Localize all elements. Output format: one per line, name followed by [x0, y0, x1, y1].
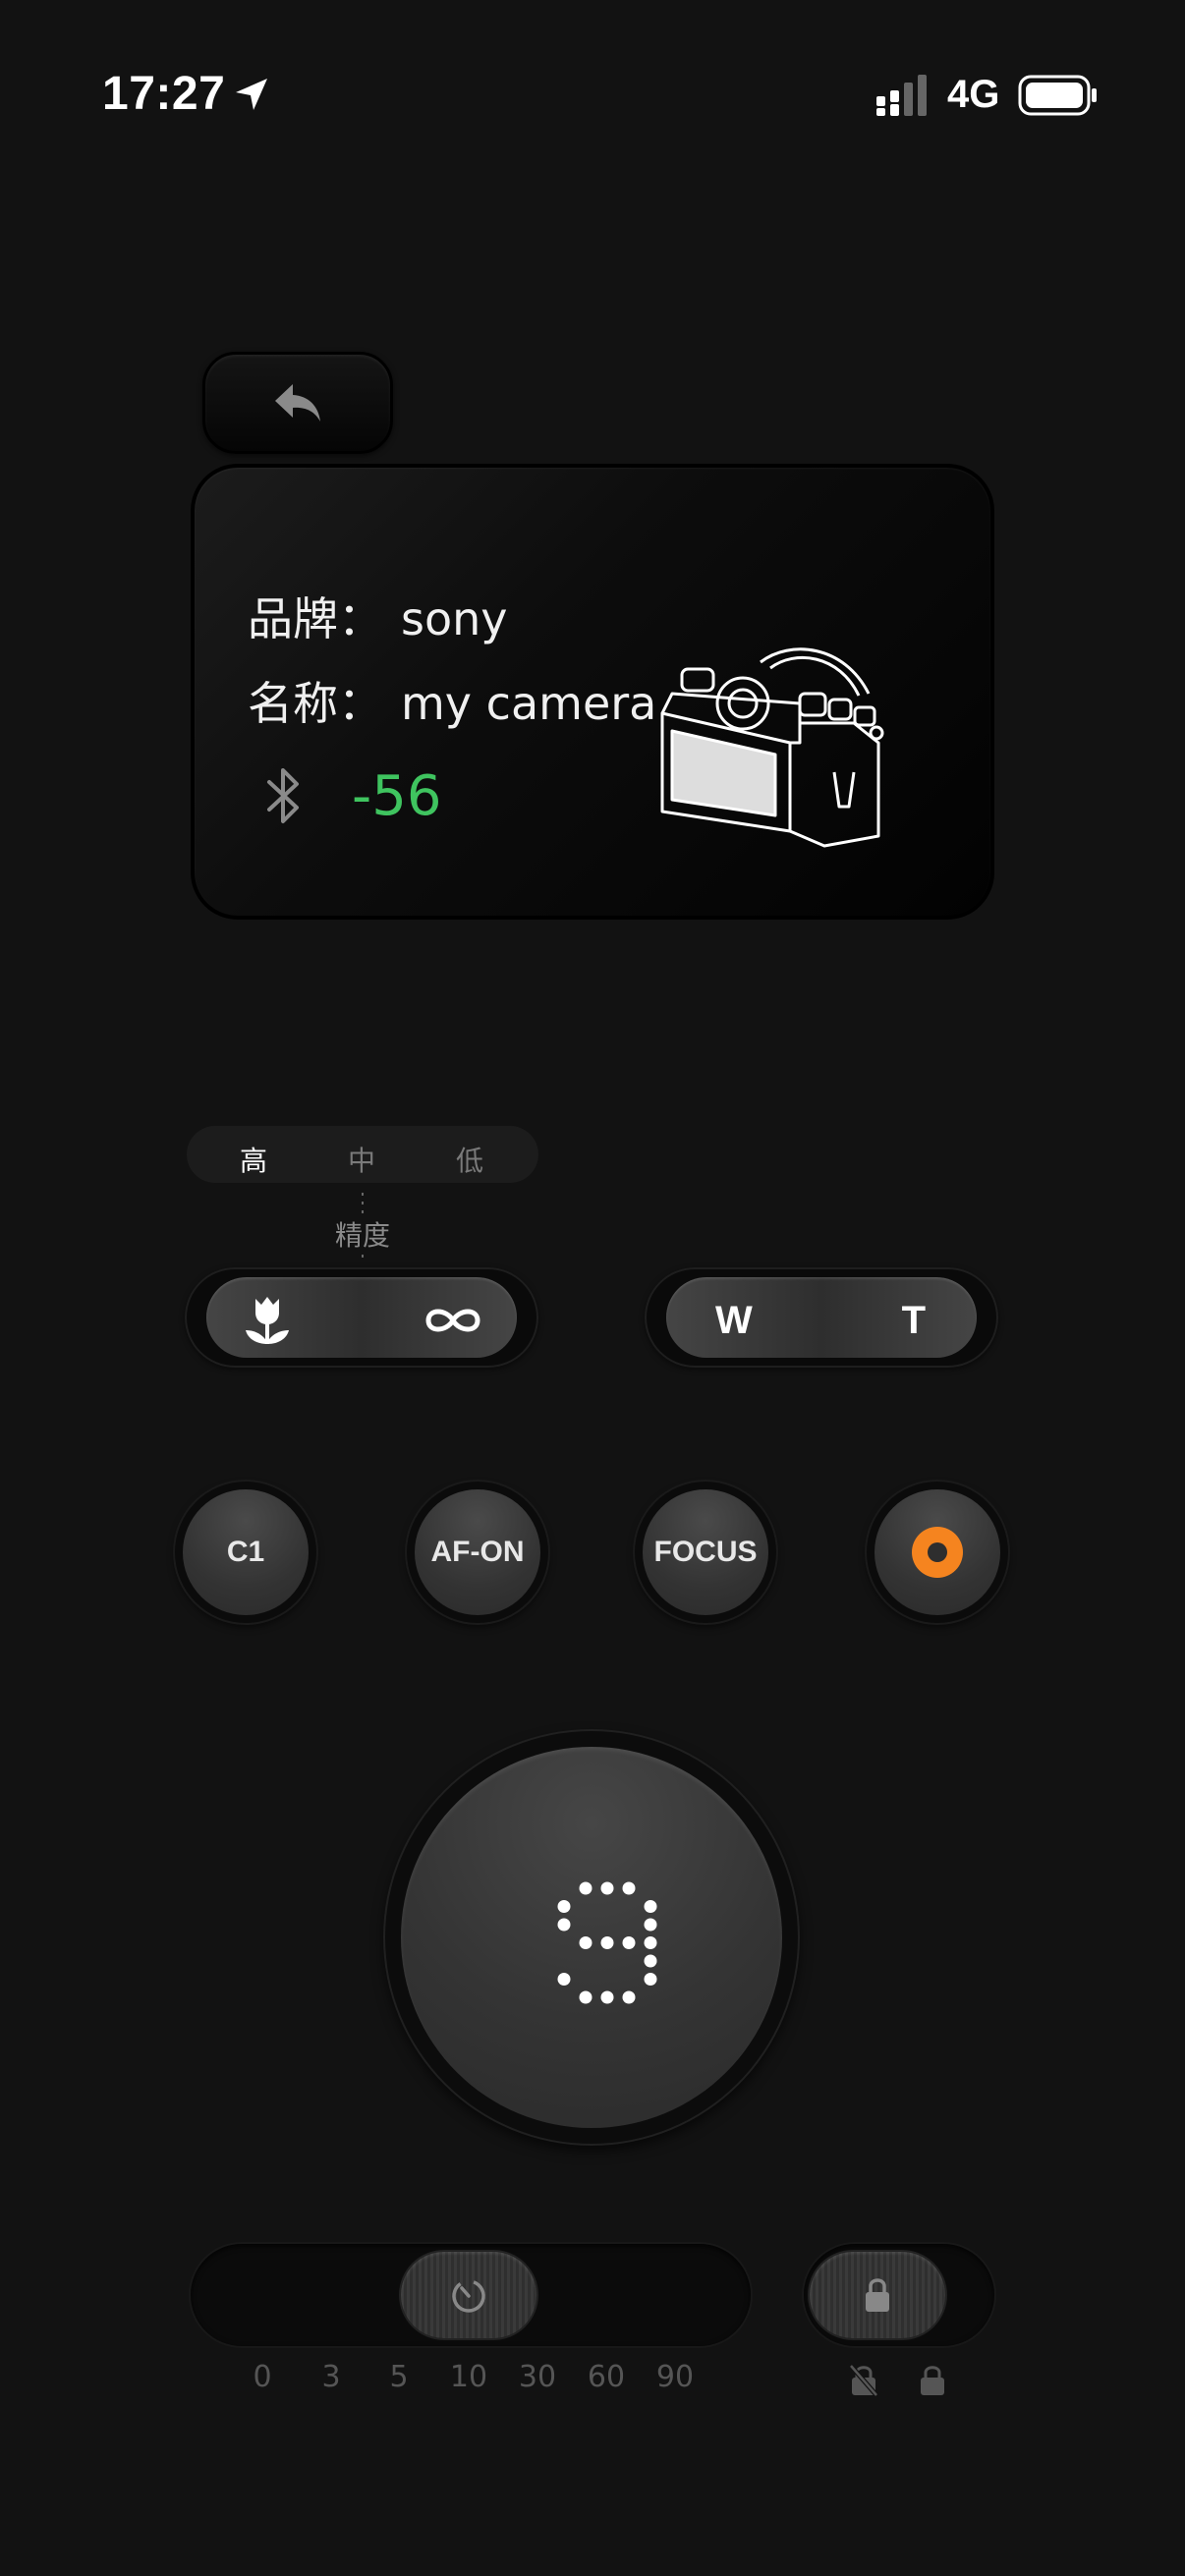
c1-button[interactable]: C1 [175, 1482, 316, 1623]
digit-dot [579, 1881, 592, 1895]
digit-dot [622, 1990, 636, 2004]
record-button[interactable] [867, 1482, 1008, 1623]
digit-dot [644, 1954, 657, 1968]
unlock-icon[interactable] [849, 2364, 878, 2397]
shutter-count-display [557, 1881, 657, 2004]
bluetooth-icon [267, 768, 299, 823]
name-value: my camera [401, 677, 657, 730]
digit-dot [557, 1973, 571, 1986]
precision-option-medium[interactable]: 中 [332, 1140, 391, 1179]
shutter-button[interactable]: 9 [385, 1731, 798, 2144]
network-type: 4G [947, 73, 1000, 116]
focus-slider[interactable] [185, 1267, 538, 1368]
zoom-slider-track[interactable]: W T [666, 1277, 977, 1358]
timer-slider-knob[interactable] [401, 2252, 536, 2338]
focus-button[interactable]: FOCUS [635, 1482, 776, 1623]
digit-dot [622, 1881, 636, 1895]
digit-dot [644, 1918, 657, 1932]
precision-selector[interactable]: 高 中 低 [187, 1126, 538, 1183]
focus-button-label[interactable]: FOCUS [643, 1489, 768, 1615]
record-icon[interactable] [912, 1527, 963, 1578]
device-info-card: 品牌： sony 名称： my camera -56 [191, 464, 994, 920]
brand-label: 品牌： [248, 592, 383, 645]
digit-dot [600, 1936, 614, 1949]
lock-slider-knob[interactable] [810, 2252, 945, 2338]
af-on-button-label[interactable]: AF-ON [415, 1489, 540, 1615]
infinity-icon[interactable] [423, 1303, 483, 1338]
shutter-button-face[interactable]: 9 [401, 1747, 782, 2128]
status-time: 17:27 [102, 68, 226, 120]
zoom-wide-label[interactable]: W [715, 1299, 753, 1343]
digit-dot [579, 1990, 592, 2004]
digit-dot [644, 1936, 657, 1949]
name-row: 名称： my camera [248, 668, 656, 733]
brand-value: sony [401, 592, 508, 645]
location-arrow-icon [236, 79, 267, 110]
battery-icon [1018, 75, 1097, 116]
focus-slider-track[interactable] [206, 1277, 517, 1358]
zoom-slider[interactable]: W T [645, 1267, 998, 1368]
signal-strength: -56 [352, 764, 442, 828]
digit-dot [622, 1936, 636, 1949]
c1-button-label[interactable]: C1 [183, 1489, 309, 1615]
timer-tick-10[interactable]: 10 [439, 2360, 498, 2394]
digit-dot [557, 1918, 571, 1932]
signal-icon [876, 75, 927, 116]
camera-illustration-icon [660, 647, 884, 848]
precision-option-high[interactable]: 高 [224, 1140, 283, 1179]
precision-option-low[interactable]: 低 [440, 1140, 499, 1179]
back-button[interactable] [202, 352, 393, 454]
digit-dot [644, 1900, 657, 1913]
digit-dot [644, 1973, 657, 1986]
digit-dot [579, 1936, 592, 1949]
digit-dot [557, 1900, 571, 1913]
timer-tick-0[interactable]: 0 [233, 2360, 292, 2394]
name-label: 名称： [248, 677, 383, 730]
timer-slider[interactable] [191, 2244, 751, 2346]
timer-tick-90[interactable]: 90 [646, 2360, 705, 2394]
brand-row: 品牌： sony [248, 584, 508, 648]
lock-slider[interactable] [804, 2244, 994, 2346]
digit-dot [600, 1990, 614, 2004]
timer-tick-3[interactable]: 3 [302, 2360, 361, 2394]
lock-icon[interactable] [918, 2364, 947, 2397]
digit-dot [600, 1881, 614, 1895]
macro-flower-icon[interactable] [240, 1293, 295, 1348]
reply-arrow-icon [275, 384, 320, 421]
timer-tick-60[interactable]: 60 [577, 2360, 636, 2394]
timer-tick-5[interactable]: 5 [369, 2360, 428, 2394]
timer-tick-30[interactable]: 30 [508, 2360, 567, 2394]
precision-label: 精度 [322, 1214, 403, 1254]
af-on-button[interactable]: AF-ON [407, 1482, 548, 1623]
timer-icon [452, 2279, 485, 2313]
zoom-tele-label[interactable]: T [902, 1299, 926, 1343]
lock-icon [866, 2278, 889, 2312]
